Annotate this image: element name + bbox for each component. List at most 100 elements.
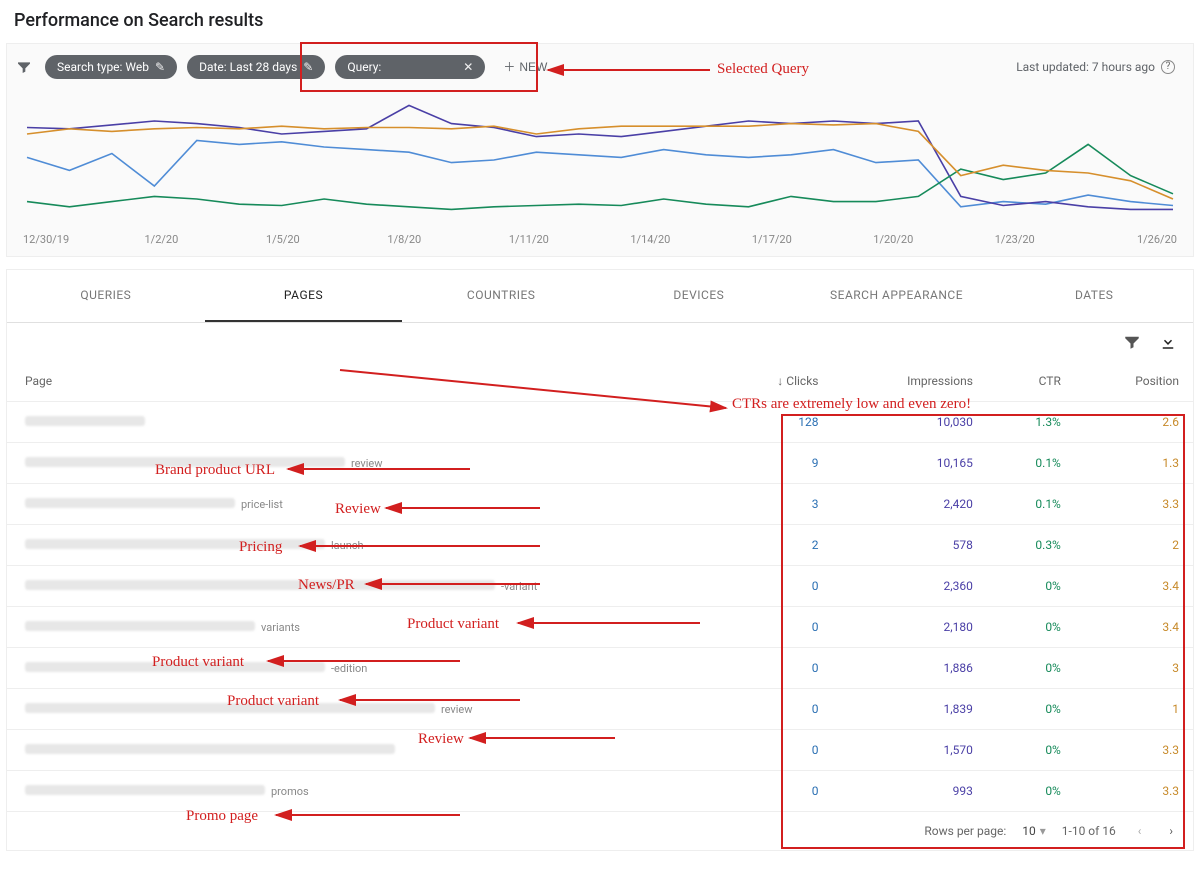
cell-position: 3 (1075, 648, 1193, 689)
x-tick: 1/8/20 (387, 233, 508, 246)
x-tick: 1/20/20 (873, 233, 994, 246)
filter-icon[interactable] (13, 59, 35, 75)
new-label: NEW (519, 60, 547, 74)
cell-clicks: 0 (719, 566, 833, 607)
rows-per-page-label: Rows per page: (924, 824, 1006, 838)
cell-impressions: 1,886 (832, 648, 986, 689)
cell-impressions: 10,165 (832, 443, 986, 484)
table-row[interactable]: -variant02,3600%3.4 (7, 566, 1193, 607)
cell-clicks: 0 (719, 771, 833, 812)
sort-desc-icon: ↓ (777, 374, 783, 388)
col-position[interactable]: Position (1075, 361, 1193, 402)
cell-ctr: 0% (987, 771, 1075, 812)
chevron-down-icon: ▾ (1040, 824, 1046, 838)
rows-per-page-value: 10 (1022, 824, 1036, 838)
table-row[interactable]: review 910,1650.1%1.3 (7, 443, 1193, 484)
last-updated-text: Last updated: 7 hours ago (1016, 60, 1155, 74)
prev-page-button[interactable]: ‹ (1132, 824, 1148, 838)
tab-pages[interactable]: PAGES (205, 270, 403, 322)
tab-dates[interactable]: DATES (995, 270, 1193, 322)
cell-position: 3.4 (1075, 607, 1193, 648)
table-row[interactable]: 12810,0301.3%2.6 (7, 402, 1193, 443)
cell-ctr: 0% (987, 730, 1075, 771)
x-tick: 1/11/20 (509, 233, 630, 246)
cell-impressions: 578 (832, 525, 986, 566)
cell-ctr: 0% (987, 689, 1075, 730)
cell-ctr: 0% (987, 607, 1075, 648)
table-toolbar (7, 323, 1193, 361)
cell-clicks: 0 (719, 689, 833, 730)
url-suffix: launch (331, 539, 364, 552)
url-suffix: price-list (241, 498, 283, 511)
cell-position: 1 (1075, 689, 1193, 730)
help-icon[interactable]: ? (1161, 60, 1175, 74)
cell-position: 3.3 (1075, 484, 1193, 525)
x-tick: 12/30/19 (23, 233, 144, 246)
close-icon[interactable]: ✕ (463, 60, 473, 74)
cell-ctr: 1.3% (987, 402, 1075, 443)
cell-clicks: 2 (719, 525, 833, 566)
col-page[interactable]: Page (7, 361, 719, 402)
table-row[interactable]: launch25780.3%2 (7, 525, 1193, 566)
url-suffix: review (351, 457, 383, 470)
cell-clicks: 0 (719, 607, 833, 648)
chip-label: Query: (347, 60, 381, 74)
cell-clicks: 3 (719, 484, 833, 525)
table-row[interactable]: review 01,8390%1 (7, 689, 1193, 730)
table-row[interactable]: price-list32,4200.1%3.3 (7, 484, 1193, 525)
cell-clicks: 128 (719, 402, 833, 443)
cell-position: 3.3 (1075, 730, 1193, 771)
cell-position: 1.3 (1075, 443, 1193, 484)
table-row[interactable]: 01,5700%3.3 (7, 730, 1193, 771)
series-clicks (27, 141, 1173, 207)
cell-clicks: 0 (719, 648, 833, 689)
filter-rows-icon[interactable] (1123, 333, 1141, 355)
cell-position: 3.4 (1075, 566, 1193, 607)
tab-devices[interactable]: DEVICES (600, 270, 798, 322)
tab-search-appearance[interactable]: SEARCH APPEARANCE (798, 270, 996, 322)
col-ctr[interactable]: CTR (987, 361, 1075, 402)
col-clicks[interactable]: ↓Clicks (719, 361, 833, 402)
pages-table: Page ↓Clicks Impressions CTR Position 12… (7, 361, 1193, 812)
plus-icon: ＋ (503, 58, 515, 75)
table-row[interactable]: variants02,1800%3.4 (7, 607, 1193, 648)
performance-chart: 12/30/191/2/201/5/201/8/201/11/201/14/20… (7, 89, 1193, 256)
tab-countries[interactable]: COUNTRIES (402, 270, 600, 322)
url-suffix: review (441, 703, 473, 716)
download-icon[interactable] (1159, 333, 1177, 355)
col-clicks-label: Clicks (786, 374, 818, 388)
chip-query[interactable]: Query: ✕ (335, 55, 485, 79)
chip-label: Date: Last 28 days (199, 60, 297, 74)
url-suffix: -edition (331, 662, 367, 675)
cell-ctr: 0.1% (987, 484, 1075, 525)
rows-per-page-select[interactable]: 10 ▾ (1022, 824, 1046, 838)
col-impressions[interactable]: Impressions (832, 361, 986, 402)
table-row[interactable]: -edition01,8860%3 (7, 648, 1193, 689)
series-ctr (27, 144, 1173, 209)
cell-clicks: 9 (719, 443, 833, 484)
x-tick: 1/26/20 (1116, 233, 1177, 246)
url-suffix: promos (271, 785, 309, 798)
x-tick: 1/17/20 (752, 233, 873, 246)
add-filter-button[interactable]: ＋ NEW (495, 54, 555, 79)
x-tick: 1/5/20 (266, 233, 387, 246)
chip-search-type[interactable]: Search type: Web ✎ (45, 55, 177, 79)
cell-impressions: 1,839 (832, 689, 986, 730)
x-tick: 1/23/20 (995, 233, 1116, 246)
table-row[interactable]: promos 09930%3.3 (7, 771, 1193, 812)
cell-impressions: 10,030 (832, 402, 986, 443)
cell-ctr: 0.1% (987, 443, 1075, 484)
breakdown-card: QUERIESPAGESCOUNTRIESDEVICESSEARCH APPEA… (6, 269, 1194, 851)
x-tick: 1/2/20 (144, 233, 265, 246)
chip-date-range[interactable]: Date: Last 28 days ✎ (187, 55, 325, 79)
cell-position: 3.3 (1075, 771, 1193, 812)
chip-label: Search type: Web (57, 60, 149, 74)
cell-impressions: 2,180 (832, 607, 986, 648)
next-page-button[interactable]: › (1163, 824, 1179, 838)
tab-queries[interactable]: QUERIES (7, 270, 205, 322)
cell-impressions: 993 (832, 771, 986, 812)
chart-x-axis: 12/30/191/2/201/5/201/8/201/11/201/14/20… (17, 229, 1183, 256)
series-impressions (27, 105, 1173, 209)
last-updated: Last updated: 7 hours ago ? (1016, 60, 1183, 74)
cell-ctr: 0% (987, 566, 1075, 607)
